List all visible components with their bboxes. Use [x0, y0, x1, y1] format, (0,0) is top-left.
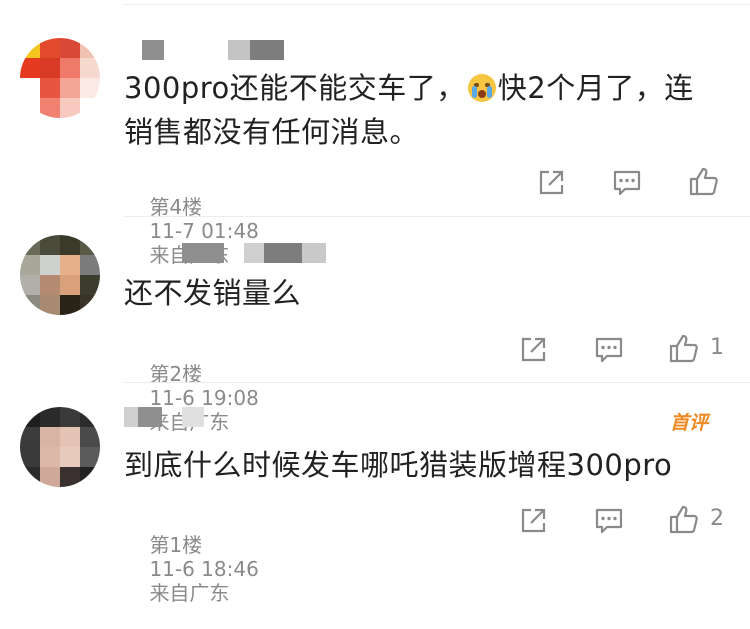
share-button[interactable] — [518, 506, 548, 536]
like-count: 2 — [710, 506, 724, 531]
comment-text: 还不发销量么 — [124, 276, 302, 310]
username[interactable] — [124, 243, 364, 263]
thumbs-up-icon — [689, 167, 718, 196]
share-icon — [521, 508, 546, 533]
username[interactable] — [124, 407, 324, 427]
comment-text: 300pro还能不能交车了， 快2个月了，连 — [124, 66, 694, 110]
comment-location: 来自广东 — [149, 581, 230, 605]
crying-face-icon — [467, 74, 496, 102]
comment-icon — [595, 508, 623, 534]
like-count: 1 — [710, 335, 724, 360]
share-icon — [521, 337, 546, 362]
floor-number: 第1楼 — [149, 533, 203, 557]
share-button[interactable] — [518, 335, 548, 365]
comment-item: 首评 到底什么时候发车哪吒猎装版增程300pro 第1楼 11-6 18:46 … — [0, 383, 750, 605]
comment-text-part: 快2个月了，连 — [497, 71, 694, 105]
comment-item: 300pro还能不能交车了， 快2个月了，连 销售都没有任何消息。 第4楼 11-… — [0, 0, 750, 267]
reply-button[interactable] — [594, 335, 624, 365]
comment-icon — [613, 170, 641, 196]
avatar[interactable] — [20, 235, 100, 315]
comment-text-part: 300pro还能不能交车了， — [124, 71, 466, 105]
username[interactable] — [124, 40, 304, 60]
like-button[interactable] — [688, 166, 730, 196]
comment-text: 到底什么时候发车哪吒猎装版增程300pro — [124, 448, 673, 482]
reply-button[interactable] — [594, 506, 624, 536]
like-button[interactable]: 1 — [668, 333, 724, 363]
avatar[interactable] — [20, 407, 100, 487]
comment-text-line2: 销售都没有任何消息。 — [124, 115, 420, 149]
comment-item: 还不发销量么 第2楼 11-6 19:08 来自广东 1 — [0, 217, 750, 434]
comment-meta: 第1楼 11-6 18:46 来自广东 — [124, 509, 259, 629]
like-button[interactable]: 2 — [668, 504, 724, 534]
comment-icon — [595, 337, 623, 363]
first-comment-badge: 首评 — [670, 412, 709, 434]
comment-date: 11-6 18:46 — [149, 557, 259, 581]
share-button[interactable] — [536, 168, 566, 198]
share-icon — [539, 170, 564, 195]
reply-button[interactable] — [612, 168, 642, 198]
thumbs-up-icon — [669, 505, 698, 534]
avatar[interactable] — [20, 38, 100, 118]
thumbs-up-icon — [669, 334, 698, 363]
